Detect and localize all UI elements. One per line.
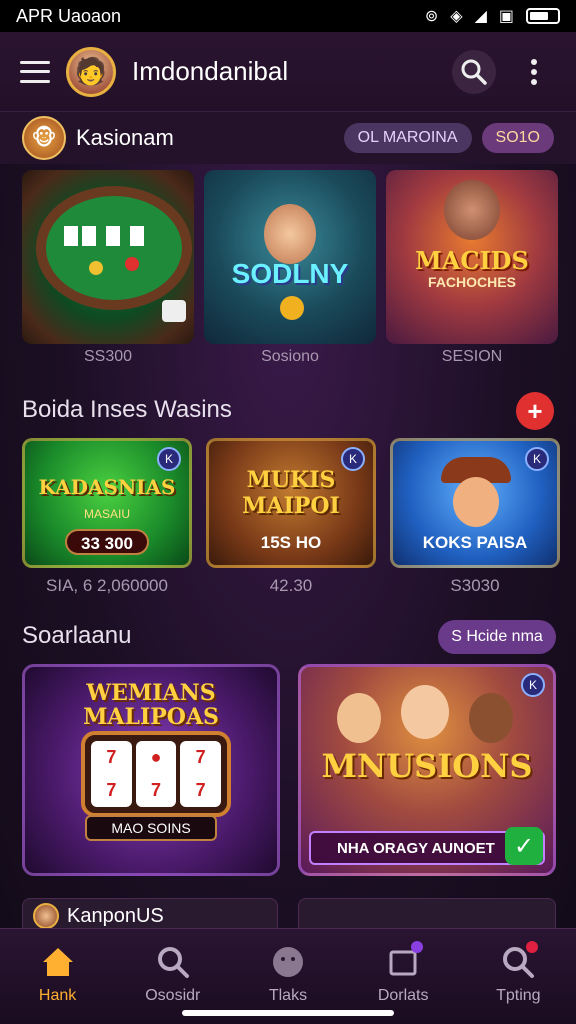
search-button[interactable]: [452, 49, 496, 94]
app-header: 🧑 Imdondanibal: [0, 32, 576, 112]
card-badge: K: [525, 447, 549, 471]
nav-item-home[interactable]: Hank: [8, 943, 108, 1005]
mascot-avatar[interactable]: 🐵: [22, 116, 66, 160]
status-bar: APR Uaoaon ⊚ ◈ ◢ ▣: [0, 0, 576, 32]
feature-title: MNUSIONS: [321, 747, 533, 785]
search-icon: [461, 59, 487, 85]
signal-icon: ◢: [474, 8, 487, 25]
banner-title: MACIDS: [415, 246, 529, 275]
card-price: 15S HO: [260, 533, 322, 552]
nav-label: Tlaks: [268, 987, 308, 1004]
game-card-row: K KADASNIAS MASAIU 33 300 K MUKIS MAIPOI…: [22, 438, 560, 568]
game-card[interactable]: K KOKS PAISA: [390, 438, 560, 568]
avatar[interactable]: 🧑: [66, 46, 116, 97]
section-title: Boida Inses Wasins: [22, 396, 232, 423]
card-badge: K: [521, 673, 545, 697]
character-group: [337, 685, 517, 745]
character-head: [444, 180, 500, 240]
nav-label: Dorlats: [377, 987, 429, 1004]
banner-caption: Sosiono: [261, 348, 319, 365]
card-title: MUKIS MAIPOI: [242, 467, 340, 519]
status-time: APR Uaoaon: [16, 5, 122, 26]
banner-caption: SS300: [83, 348, 133, 365]
nav-item-search[interactable]: Ososidr: [123, 943, 223, 1005]
more-options-button[interactable]: [512, 50, 556, 94]
cowboy-character: [441, 457, 511, 531]
banner-row: SODLNY MACIDS FACHOCHES: [22, 170, 558, 344]
game-card[interactable]: K KADASNIAS MASAIU 33 300: [22, 438, 192, 568]
reel: 77: [91, 741, 132, 807]
card-badge: K: [157, 447, 181, 471]
wifi-icon: ◈: [450, 8, 463, 25]
home-icon: [39, 943, 77, 981]
coin-icon: [280, 296, 304, 320]
card-title: KADASNIAS: [38, 475, 176, 499]
mode-toggle-pill[interactable]: S Hcide nma: [438, 620, 556, 654]
poker-table-icon: [36, 186, 192, 322]
battery-icon: [526, 8, 560, 24]
nav-item-tpting[interactable]: Tpting: [468, 941, 568, 1005]
balance-pill[interactable]: SO1O: [481, 123, 554, 153]
card-caption: 42.30: [269, 576, 313, 595]
banner-poker-table[interactable]: [22, 170, 194, 344]
card-price: 33 300: [65, 529, 149, 555]
add-button[interactable]: +: [516, 392, 554, 430]
section-title: Soarlaanu: [22, 622, 132, 649]
nav-label: Tpting: [496, 987, 541, 1004]
home-indicator[interactable]: [182, 1010, 394, 1016]
sim-icon: ▣: [498, 8, 514, 25]
nav-label: Hank: [38, 987, 77, 1004]
face-icon: [269, 943, 307, 981]
peek-card[interactable]: [298, 898, 556, 932]
feature-tag: MAO SOINS: [85, 815, 217, 841]
nav-label: Ososidr: [145, 987, 201, 1004]
search-icon: [154, 943, 192, 981]
peek-card[interactable]: KanponUS: [22, 898, 278, 932]
feature-title: WEMIANS MALIPOAS: [83, 680, 219, 730]
card-title: KOKS PAISA: [422, 533, 528, 552]
character-face: [264, 204, 316, 264]
game-card[interactable]: K MUKIS MAIPOI 15S HO: [206, 438, 376, 568]
check-icon[interactable]: ✓: [505, 827, 543, 865]
nav-item-tlaks[interactable]: Tlaks: [238, 943, 338, 1005]
cast-icon: ⊚: [424, 8, 439, 25]
kebab-icon: [531, 58, 537, 85]
status-icons: ⊚ ◈ ◢ ▣: [425, 6, 560, 26]
peek-avatar: [33, 903, 59, 929]
slot-reels: 77 ● 7 77: [81, 731, 231, 817]
menu-icon[interactable]: [20, 60, 50, 83]
banner-title: SODLNY: [231, 258, 349, 289]
nav-item-dorlats[interactable]: Dorlats: [353, 941, 453, 1005]
card-caption: SIA, 6 2,060000: [46, 576, 168, 595]
banner-caption: SESION: [441, 348, 503, 365]
feature-slot-machine[interactable]: WEMIANS MALIPOAS 77 ● 7 77 MAO SOINS: [22, 664, 280, 876]
feature-mnusions[interactable]: K MNUSIONS NHA ORAGY AUNOET ✓: [298, 664, 556, 876]
peek-row: KanponUS: [22, 898, 556, 932]
page-title: Imdondanibal: [132, 56, 289, 86]
reel: ● 7: [135, 741, 177, 807]
card-subtitle: MASAIU: [83, 507, 130, 521]
feature-row: WEMIANS MALIPOAS 77 ● 7 77 MAO SOINS K MN…: [22, 664, 556, 876]
reel: 77: [180, 741, 222, 807]
filter-pill[interactable]: OL MAROINA: [343, 123, 472, 153]
banner-subtitle: FACHOCHES: [428, 274, 516, 290]
sub-header: 🐵 Kasionam OL MAROINA SO1O: [0, 112, 576, 164]
peek-label: KanponUS: [67, 904, 164, 927]
sub-header-title: Kasionam: [76, 125, 174, 150]
card-caption: S3030: [450, 576, 500, 595]
banner-slot-girl[interactable]: SODLNY: [204, 170, 376, 344]
banner-macids[interactable]: MACIDS FACHOCHES: [386, 170, 558, 344]
